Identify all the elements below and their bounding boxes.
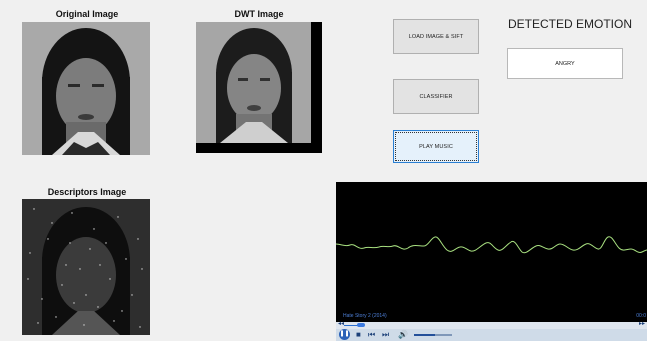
pause-icon[interactable]: ❚❚ bbox=[339, 329, 350, 340]
detected-emotion-heading: DETECTED EMOTION bbox=[508, 17, 633, 31]
media-player[interactable]: Hate Story 2 (2014) 00:0 ◂◂ ▸▸ ❚❚ ■ ⏮ ⏭ … bbox=[336, 182, 647, 341]
track-title: Hate Story 2 (2014) bbox=[343, 313, 387, 319]
original-image bbox=[22, 22, 150, 155]
stop-icon[interactable]: ■ bbox=[356, 330, 361, 340]
audio-waveform-visualization bbox=[336, 236, 647, 254]
seek-bar[interactable]: ◂◂ ▸▸ bbox=[336, 321, 647, 329]
load-image-sift-button[interactable]: LOAD IMAGE & SIFT bbox=[393, 19, 479, 54]
classifier-button[interactable]: CLASSIFIER bbox=[393, 79, 479, 114]
volume-slider[interactable] bbox=[414, 334, 452, 336]
rewind-small-icon[interactable]: ◂◂ bbox=[338, 321, 344, 328]
volume-icon[interactable]: 🔊 bbox=[398, 330, 408, 340]
original-image-title: Original Image bbox=[55, 9, 119, 19]
detected-emotion-value: ANGRY bbox=[507, 48, 623, 79]
seek-thumb[interactable] bbox=[357, 323, 365, 327]
face-photo bbox=[22, 22, 150, 155]
dwt-face-photo bbox=[196, 22, 322, 153]
volume-level bbox=[414, 334, 435, 336]
descriptors-face-photo bbox=[22, 199, 150, 335]
descriptors-image bbox=[22, 199, 150, 335]
play-music-button[interactable]: PLAY MUSIC bbox=[393, 130, 479, 163]
dwt-image bbox=[196, 22, 322, 153]
next-icon[interactable]: ⏭ bbox=[382, 330, 389, 340]
previous-icon[interactable]: ⏮ bbox=[368, 330, 375, 340]
player-controls: ❚❚ ■ ⏮ ⏭ 🔊 bbox=[336, 329, 647, 341]
dwt-image-title: DWT Image bbox=[234, 9, 284, 19]
forward-small-icon[interactable]: ▸▸ bbox=[639, 321, 645, 328]
descriptors-image-title: Descriptors Image bbox=[47, 187, 127, 197]
track-time: 00:0 bbox=[636, 313, 646, 319]
